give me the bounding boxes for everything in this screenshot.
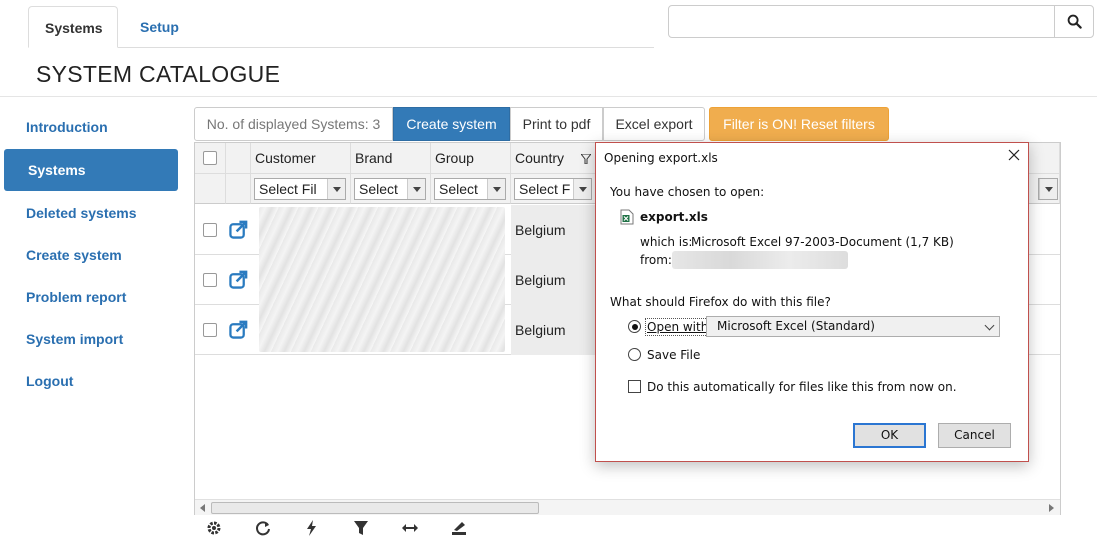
search-icon xyxy=(1067,14,1082,29)
chevron-down-icon xyxy=(984,320,995,331)
filter-cell-brand: Select xyxy=(351,174,431,204)
more-filter-select[interactable] xyxy=(1038,178,1058,200)
gear-icon[interactable] xyxy=(205,519,223,537)
select-all-checkbox[interactable] xyxy=(203,151,217,165)
filter-spacer xyxy=(226,174,251,204)
chevron-down-icon xyxy=(573,179,591,199)
cancel-button[interactable]: Cancel xyxy=(938,423,1011,448)
auto-action-label[interactable]: Do this automatically for files like thi… xyxy=(647,380,957,394)
export-icon[interactable] xyxy=(450,519,468,537)
page-title: SYSTEM CATALOGUE xyxy=(36,61,281,87)
dialog-intro: You have chosen to open: xyxy=(610,185,765,199)
refresh-icon[interactable] xyxy=(254,519,272,537)
column-header-group[interactable]: Group xyxy=(431,143,511,174)
tab-systems[interactable]: Systems xyxy=(28,6,118,48)
brand-filter-value: Select xyxy=(359,181,398,197)
main-tabs: Systems Setup xyxy=(28,6,654,48)
ok-button[interactable]: OK xyxy=(853,423,926,448)
sidebar-item-logout[interactable]: Logout xyxy=(26,373,73,389)
open-with-select[interactable]: Microsoft Excel (Standard) xyxy=(706,316,1000,337)
country-filter-select[interactable]: Select F xyxy=(514,178,592,200)
file-source-label: from: xyxy=(640,253,672,267)
open-with-radio[interactable] xyxy=(628,320,641,333)
divider xyxy=(0,96,1097,97)
filter-cell-group: Select xyxy=(431,174,511,204)
scroll-left-icon[interactable] xyxy=(199,504,207,512)
column-header-customer[interactable]: Customer xyxy=(251,143,351,174)
row-checkbox[interactable] xyxy=(203,223,217,237)
file-type-label: which is: xyxy=(640,235,693,249)
customer-filter-value: Select Fil xyxy=(259,181,317,197)
brand-filter-select[interactable]: Select xyxy=(354,178,426,200)
redacted-region xyxy=(259,207,505,352)
create-system-button[interactable]: Create system xyxy=(393,107,510,141)
column-header-brand[interactable]: Brand xyxy=(351,143,431,174)
print-pdf-button[interactable]: Print to pdf xyxy=(510,107,603,141)
tab-setup[interactable]: Setup xyxy=(124,6,195,48)
group-filter-value: Select xyxy=(439,181,478,197)
country-cell: Belgium xyxy=(511,305,597,355)
sidebar-item-introduction[interactable]: Introduction xyxy=(26,119,108,135)
external-link-icon[interactable] xyxy=(229,320,248,339)
filter-cell-customer: Select Fil xyxy=(251,174,351,204)
open-with-value: Microsoft Excel (Standard) xyxy=(717,319,875,333)
filter-active-icon xyxy=(581,154,591,164)
redacted-source xyxy=(672,251,848,269)
row-checkbox[interactable] xyxy=(203,323,217,337)
open-with-label[interactable]: Open with xyxy=(644,318,711,336)
open-file-dialog: Opening export.xls You have chosen to op… xyxy=(595,142,1029,462)
sidebar-item-create-system[interactable]: Create system xyxy=(26,247,122,263)
select-all-header xyxy=(195,143,226,174)
filter-cell-country: Select F xyxy=(511,174,597,204)
external-link-icon[interactable] xyxy=(229,220,248,239)
external-link-icon[interactable] xyxy=(229,270,248,289)
column-header-country[interactable]: Country xyxy=(511,143,597,174)
row-checkbox[interactable] xyxy=(203,273,217,287)
horizontal-scrollbar[interactable] xyxy=(195,499,1060,515)
sidebar-item-deleted-systems[interactable]: Deleted systems xyxy=(26,205,137,221)
save-file-label[interactable]: Save File xyxy=(647,348,700,362)
reset-filters-button[interactable]: Filter is ON! Reset filters xyxy=(709,107,889,141)
filter-spacer xyxy=(195,174,226,204)
search-button[interactable] xyxy=(1054,5,1094,38)
sidebar-item-system-import[interactable]: System import xyxy=(26,331,123,347)
country-cell: Belgium xyxy=(511,255,597,305)
column-header-country-label: Country xyxy=(515,150,565,166)
file-name: export.xls xyxy=(640,210,708,224)
bolt-icon[interactable] xyxy=(303,519,321,537)
customer-filter-select[interactable]: Select Fil xyxy=(254,178,346,200)
excel-file-icon xyxy=(620,209,634,225)
icon-column-header xyxy=(226,143,251,174)
close-icon[interactable] xyxy=(1006,147,1022,163)
sidebar-item-systems[interactable]: Systems xyxy=(4,149,178,191)
group-filter-select[interactable]: Select xyxy=(434,178,506,200)
displayed-count: No. of displayed Systems: 3 xyxy=(194,107,393,141)
chevron-down-icon xyxy=(1039,179,1057,199)
dialog-question: What should Firefox do with this file? xyxy=(610,295,831,309)
filter-icon[interactable] xyxy=(352,519,370,537)
save-file-radio[interactable] xyxy=(628,348,641,361)
country-filter-value: Select F xyxy=(519,181,571,197)
resize-horizontal-icon[interactable] xyxy=(401,519,419,537)
excel-export-button[interactable]: Excel export xyxy=(603,107,705,141)
scrollbar-thumb[interactable] xyxy=(211,502,539,514)
sidebar-item-problem-report[interactable]: Problem report xyxy=(26,289,126,305)
auto-action-checkbox[interactable] xyxy=(628,380,641,393)
dialog-title: Opening export.xls xyxy=(604,151,718,165)
chevron-down-icon xyxy=(407,179,425,199)
scroll-right-icon[interactable] xyxy=(1047,504,1055,512)
search-input[interactable] xyxy=(668,5,1055,38)
chevron-down-icon xyxy=(327,179,345,199)
chevron-down-icon xyxy=(487,179,505,199)
country-cell: Belgium xyxy=(511,205,597,255)
file-type-value: Microsoft Excel 97-2003-Document (1,7 KB… xyxy=(691,235,954,249)
